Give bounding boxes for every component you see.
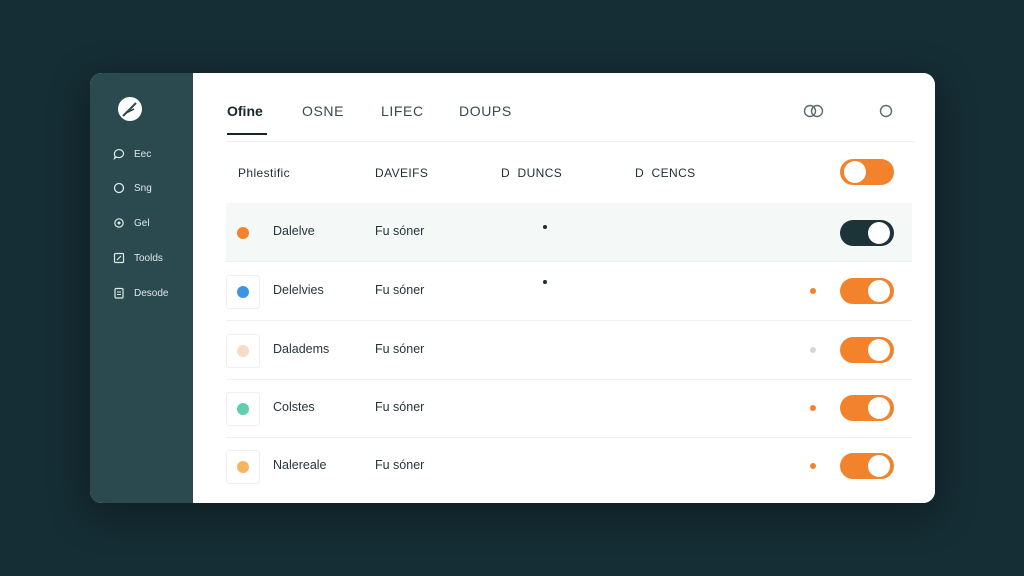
row-toggle[interactable] [840, 278, 894, 304]
sidebar-item-desode[interactable]: Desode [112, 285, 168, 301]
row-name: Delelvies [273, 283, 324, 297]
tab-lifec[interactable]: LIFEC [381, 103, 424, 119]
feather-icon[interactable] [117, 96, 143, 122]
tab-doups[interactable]: DOUPS [459, 103, 512, 119]
chat-icon [112, 147, 126, 161]
sidebar-item-eec[interactable]: Eec [112, 146, 151, 162]
row-name: Daladems [273, 342, 330, 356]
sidebar-item-label: Desode [134, 287, 169, 299]
view-toggle-icon[interactable] [803, 104, 825, 118]
table-row[interactable]: Nalereale Fu sóner [226, 437, 912, 495]
color-dot [237, 403, 249, 415]
row-swatch [226, 392, 260, 426]
status-dot [810, 347, 816, 353]
app-window: Eec Sng Gel Toolds Desode Ofine OSNE LIF… [90, 73, 935, 503]
color-dot [237, 286, 249, 298]
tab-ofine[interactable]: Ofine [227, 103, 263, 119]
color-dot [237, 227, 249, 239]
column-header: DAVEIFS [375, 166, 429, 180]
edit-icon [112, 251, 126, 265]
color-dot [237, 345, 249, 357]
sidebar-item-label: Eec [134, 148, 152, 160]
row-meta: Fu sóner [375, 458, 425, 472]
table-row[interactable]: Daladems Fu sóner [226, 321, 912, 380]
header-toggle[interactable] [840, 159, 894, 185]
row-name: Dalelve [273, 224, 315, 238]
row-meta: Fu sóner [375, 400, 425, 414]
sidebar-item-gel[interactable]: Gel [112, 215, 150, 231]
column-header: Phlestific [238, 166, 291, 180]
circle-icon[interactable] [879, 104, 893, 118]
sidebar-item-label: Gel [134, 217, 150, 229]
row-name: Nalereale [273, 458, 327, 472]
row-meta: Fu sóner [375, 283, 425, 297]
row-toggle[interactable] [840, 220, 894, 246]
row-swatch [226, 216, 260, 250]
sidebar: Eec Sng Gel Toolds Desode [90, 73, 193, 503]
row-toggle[interactable] [840, 453, 894, 479]
row-swatch [226, 334, 260, 368]
sidebar-item-sng[interactable]: Sng [112, 180, 152, 196]
status-dot [810, 463, 816, 469]
table-row[interactable]: Delelvies Fu sóner [226, 262, 912, 321]
row-name: Colstes [273, 400, 315, 414]
table-row[interactable]: Colstes Fu sóner [226, 379, 912, 438]
table-row[interactable]: Dalelve Fu sóner [226, 203, 912, 262]
row-meta: Fu sóner [375, 342, 425, 356]
status-dot [810, 288, 816, 294]
column-header: D DUNCS [501, 166, 563, 180]
sidebar-item-label: Sng [134, 182, 152, 194]
active-tab-indicator [227, 133, 267, 135]
column-header: D CENCS [635, 166, 696, 180]
gear-icon [112, 216, 126, 230]
color-dot [237, 461, 249, 473]
circle-icon [112, 181, 126, 195]
row-toggle[interactable] [840, 395, 894, 421]
tab-osne[interactable]: OSNE [302, 103, 344, 119]
marker-dot [543, 225, 547, 229]
row-swatch [226, 450, 260, 484]
row-toggle[interactable] [840, 337, 894, 363]
document-icon [112, 286, 126, 300]
status-dot [810, 405, 816, 411]
row-swatch [226, 275, 260, 309]
header-divider [226, 141, 915, 142]
marker-dot [543, 280, 547, 284]
sidebar-item-toolds[interactable]: Toolds [112, 250, 163, 266]
main-panel: Ofine OSNE LIFEC DOUPS Phlestific DAVEIF… [193, 73, 935, 503]
sidebar-item-label: Toolds [134, 252, 163, 264]
row-meta: Fu sóner [375, 224, 425, 238]
